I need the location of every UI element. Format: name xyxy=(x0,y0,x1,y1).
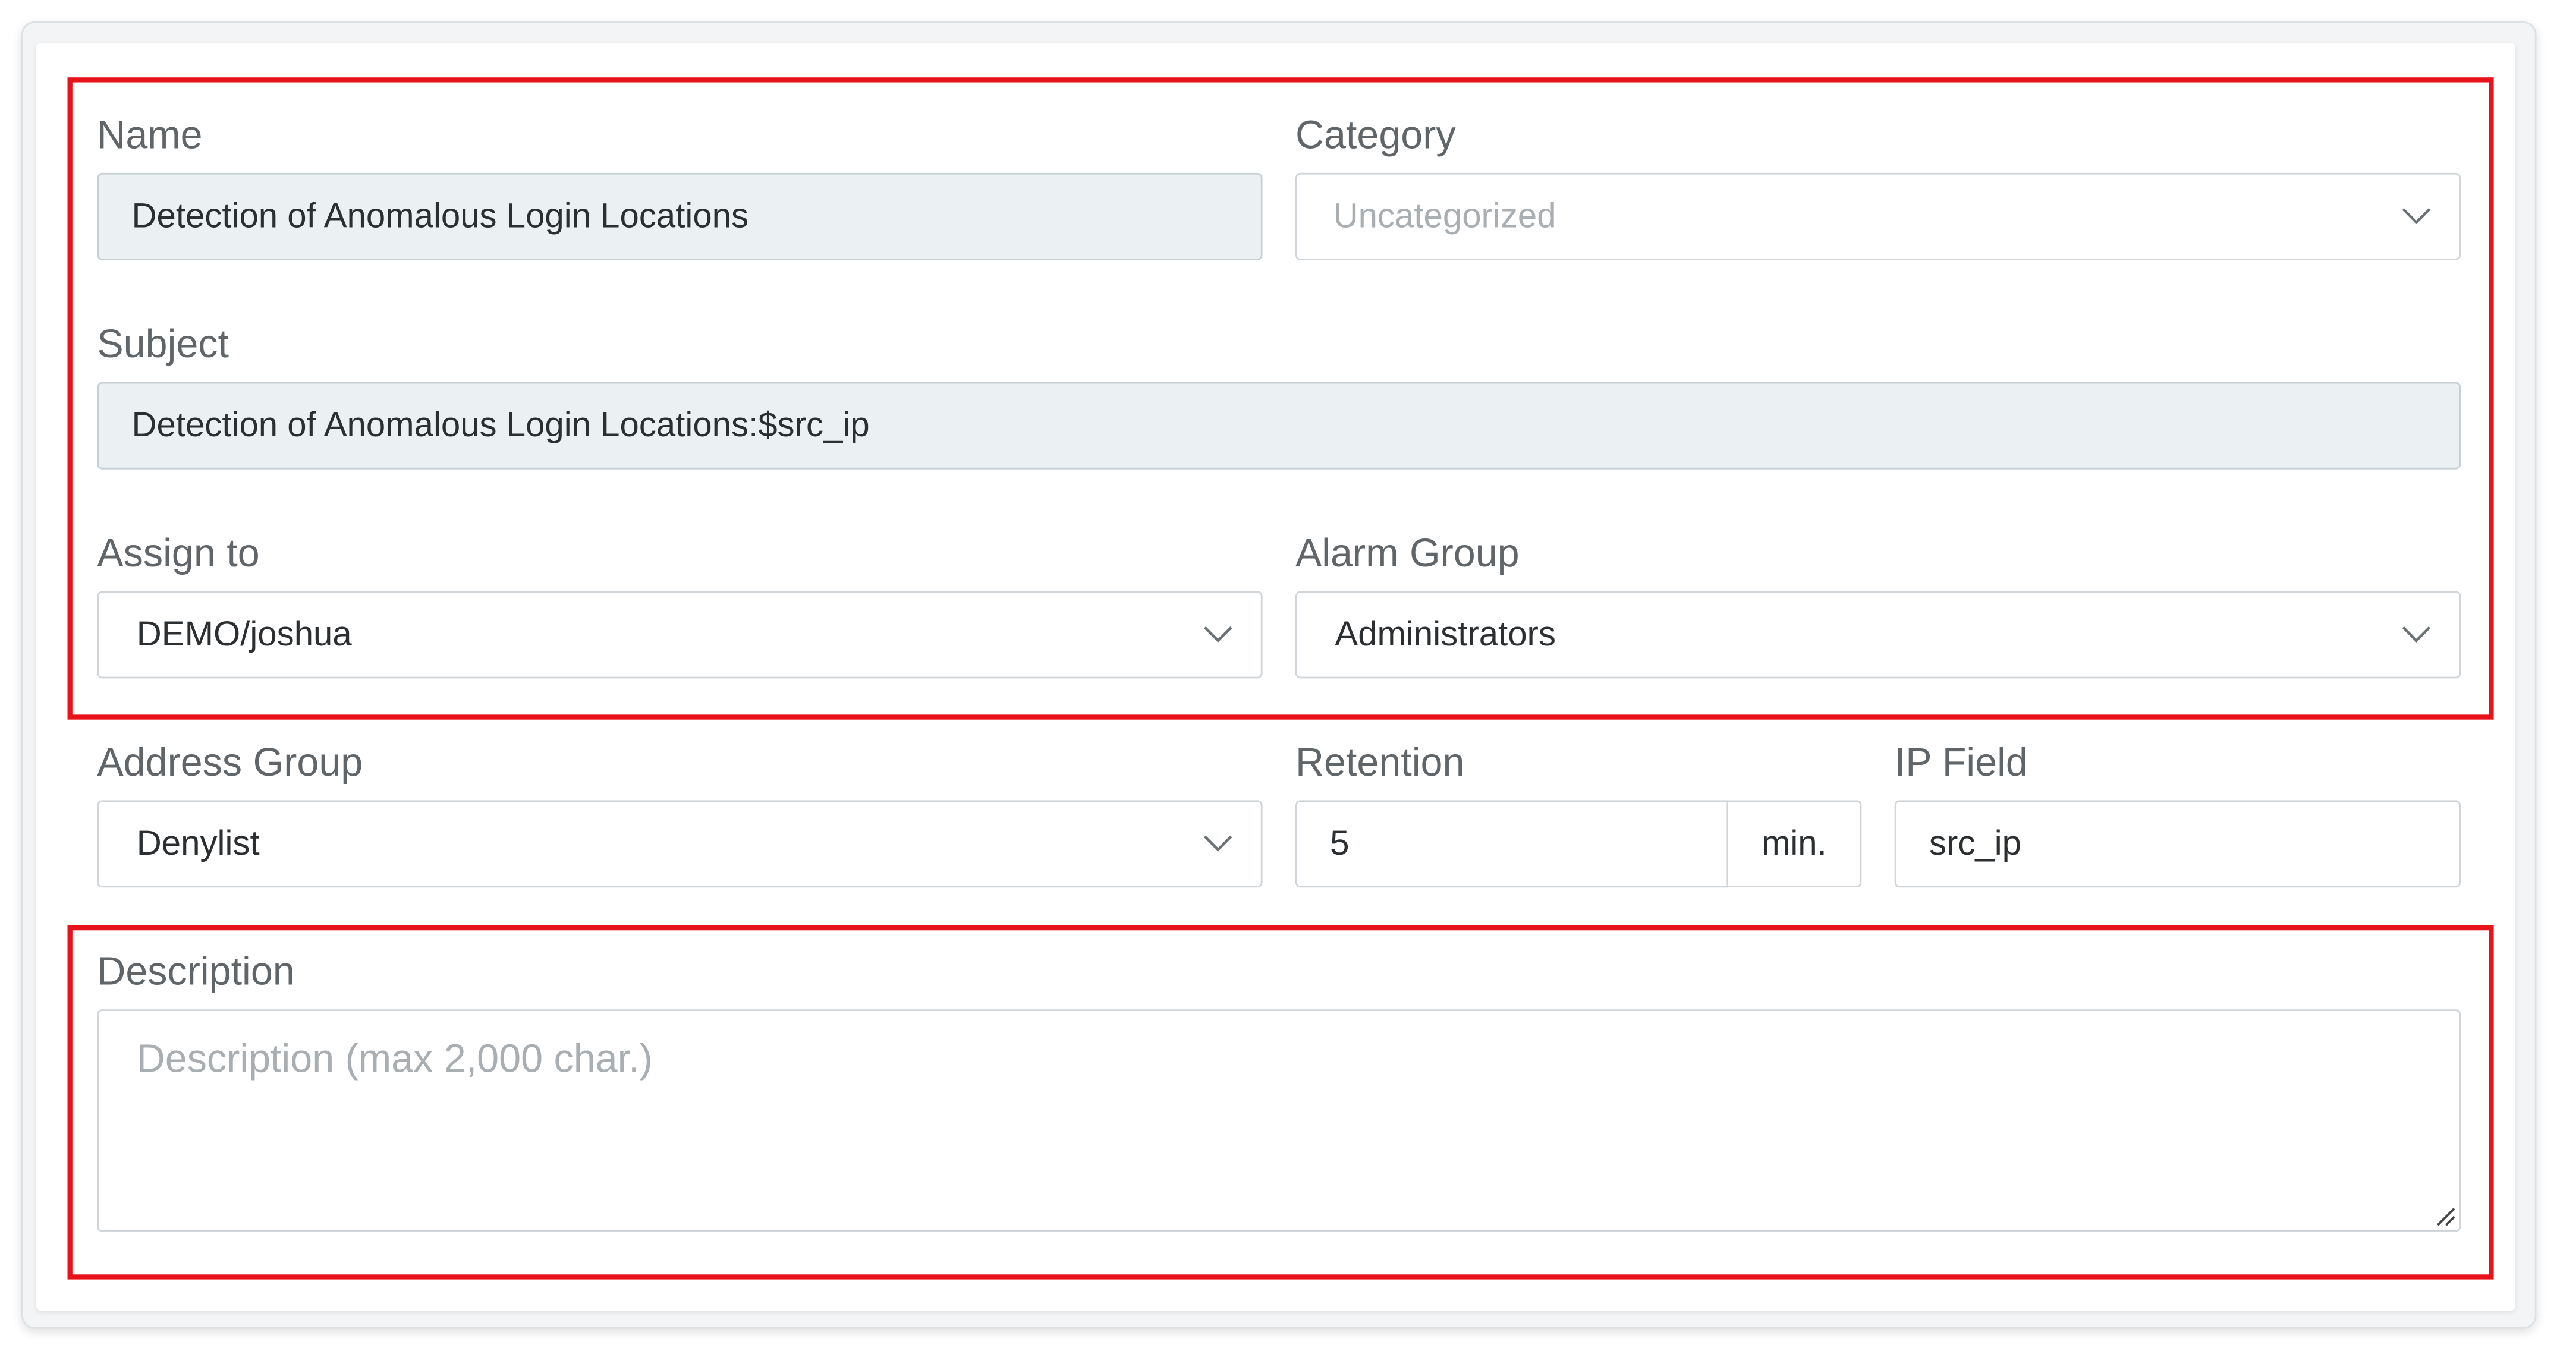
retention-unit: min. xyxy=(1728,800,1862,888)
ip-field-label: IP Field xyxy=(1894,741,2028,786)
alarm-group-label: Alarm Group xyxy=(1295,531,1520,577)
name-label: Name xyxy=(97,114,203,158)
chevron-down-icon xyxy=(1204,625,1232,642)
subject-value: Detection of Anomalous Login Locations:$… xyxy=(131,405,870,444)
alarm-group-select[interactable]: Administrators xyxy=(1295,591,2461,679)
resize-handle-icon[interactable] xyxy=(2433,1204,2456,1227)
chevron-down-icon xyxy=(2402,207,2431,223)
address-group-label: Address Group xyxy=(97,741,363,786)
subject-label: Subject xyxy=(97,322,229,367)
address-group-select[interactable]: Denylist xyxy=(97,800,1263,888)
ip-field-input[interactable]: src_ip xyxy=(1894,800,2461,888)
category-placeholder: Uncategorized xyxy=(1333,197,1556,235)
assign-to-label: Assign to xyxy=(97,531,260,577)
address-group-value: Denylist xyxy=(136,824,260,862)
description-label: Description xyxy=(97,950,295,995)
subject-input[interactable]: Detection of Anomalous Login Locations:$… xyxy=(97,382,2461,470)
name-value: Detection of Anomalous Login Locations xyxy=(131,197,749,235)
assign-to-value: DEMO/joshua xyxy=(136,615,352,653)
retention-label: Retention xyxy=(1295,741,1465,786)
category-select[interactable]: Uncategorized xyxy=(1295,172,2461,260)
retention-input[interactable]: 5 xyxy=(1295,800,1729,888)
description-placeholder: Description (max 2,000 char.) xyxy=(136,1037,653,1082)
screen: Name Detection of Anomalous Login Locati… xyxy=(0,0,2576,1370)
description-textarea[interactable]: Description (max 2,000 char.) xyxy=(97,1009,2461,1232)
chevron-down-icon xyxy=(2402,625,2431,642)
alarm-group-value: Administrators xyxy=(1335,615,1556,653)
name-input[interactable]: Detection of Anomalous Login Locations xyxy=(97,172,1263,260)
chevron-down-icon xyxy=(1204,834,1232,851)
category-label: Category xyxy=(1295,114,1456,158)
assign-to-select[interactable]: DEMO/joshua xyxy=(97,591,1263,679)
retention-value: 5 xyxy=(1330,824,1350,862)
ip-field-value: src_ip xyxy=(1929,824,2022,862)
